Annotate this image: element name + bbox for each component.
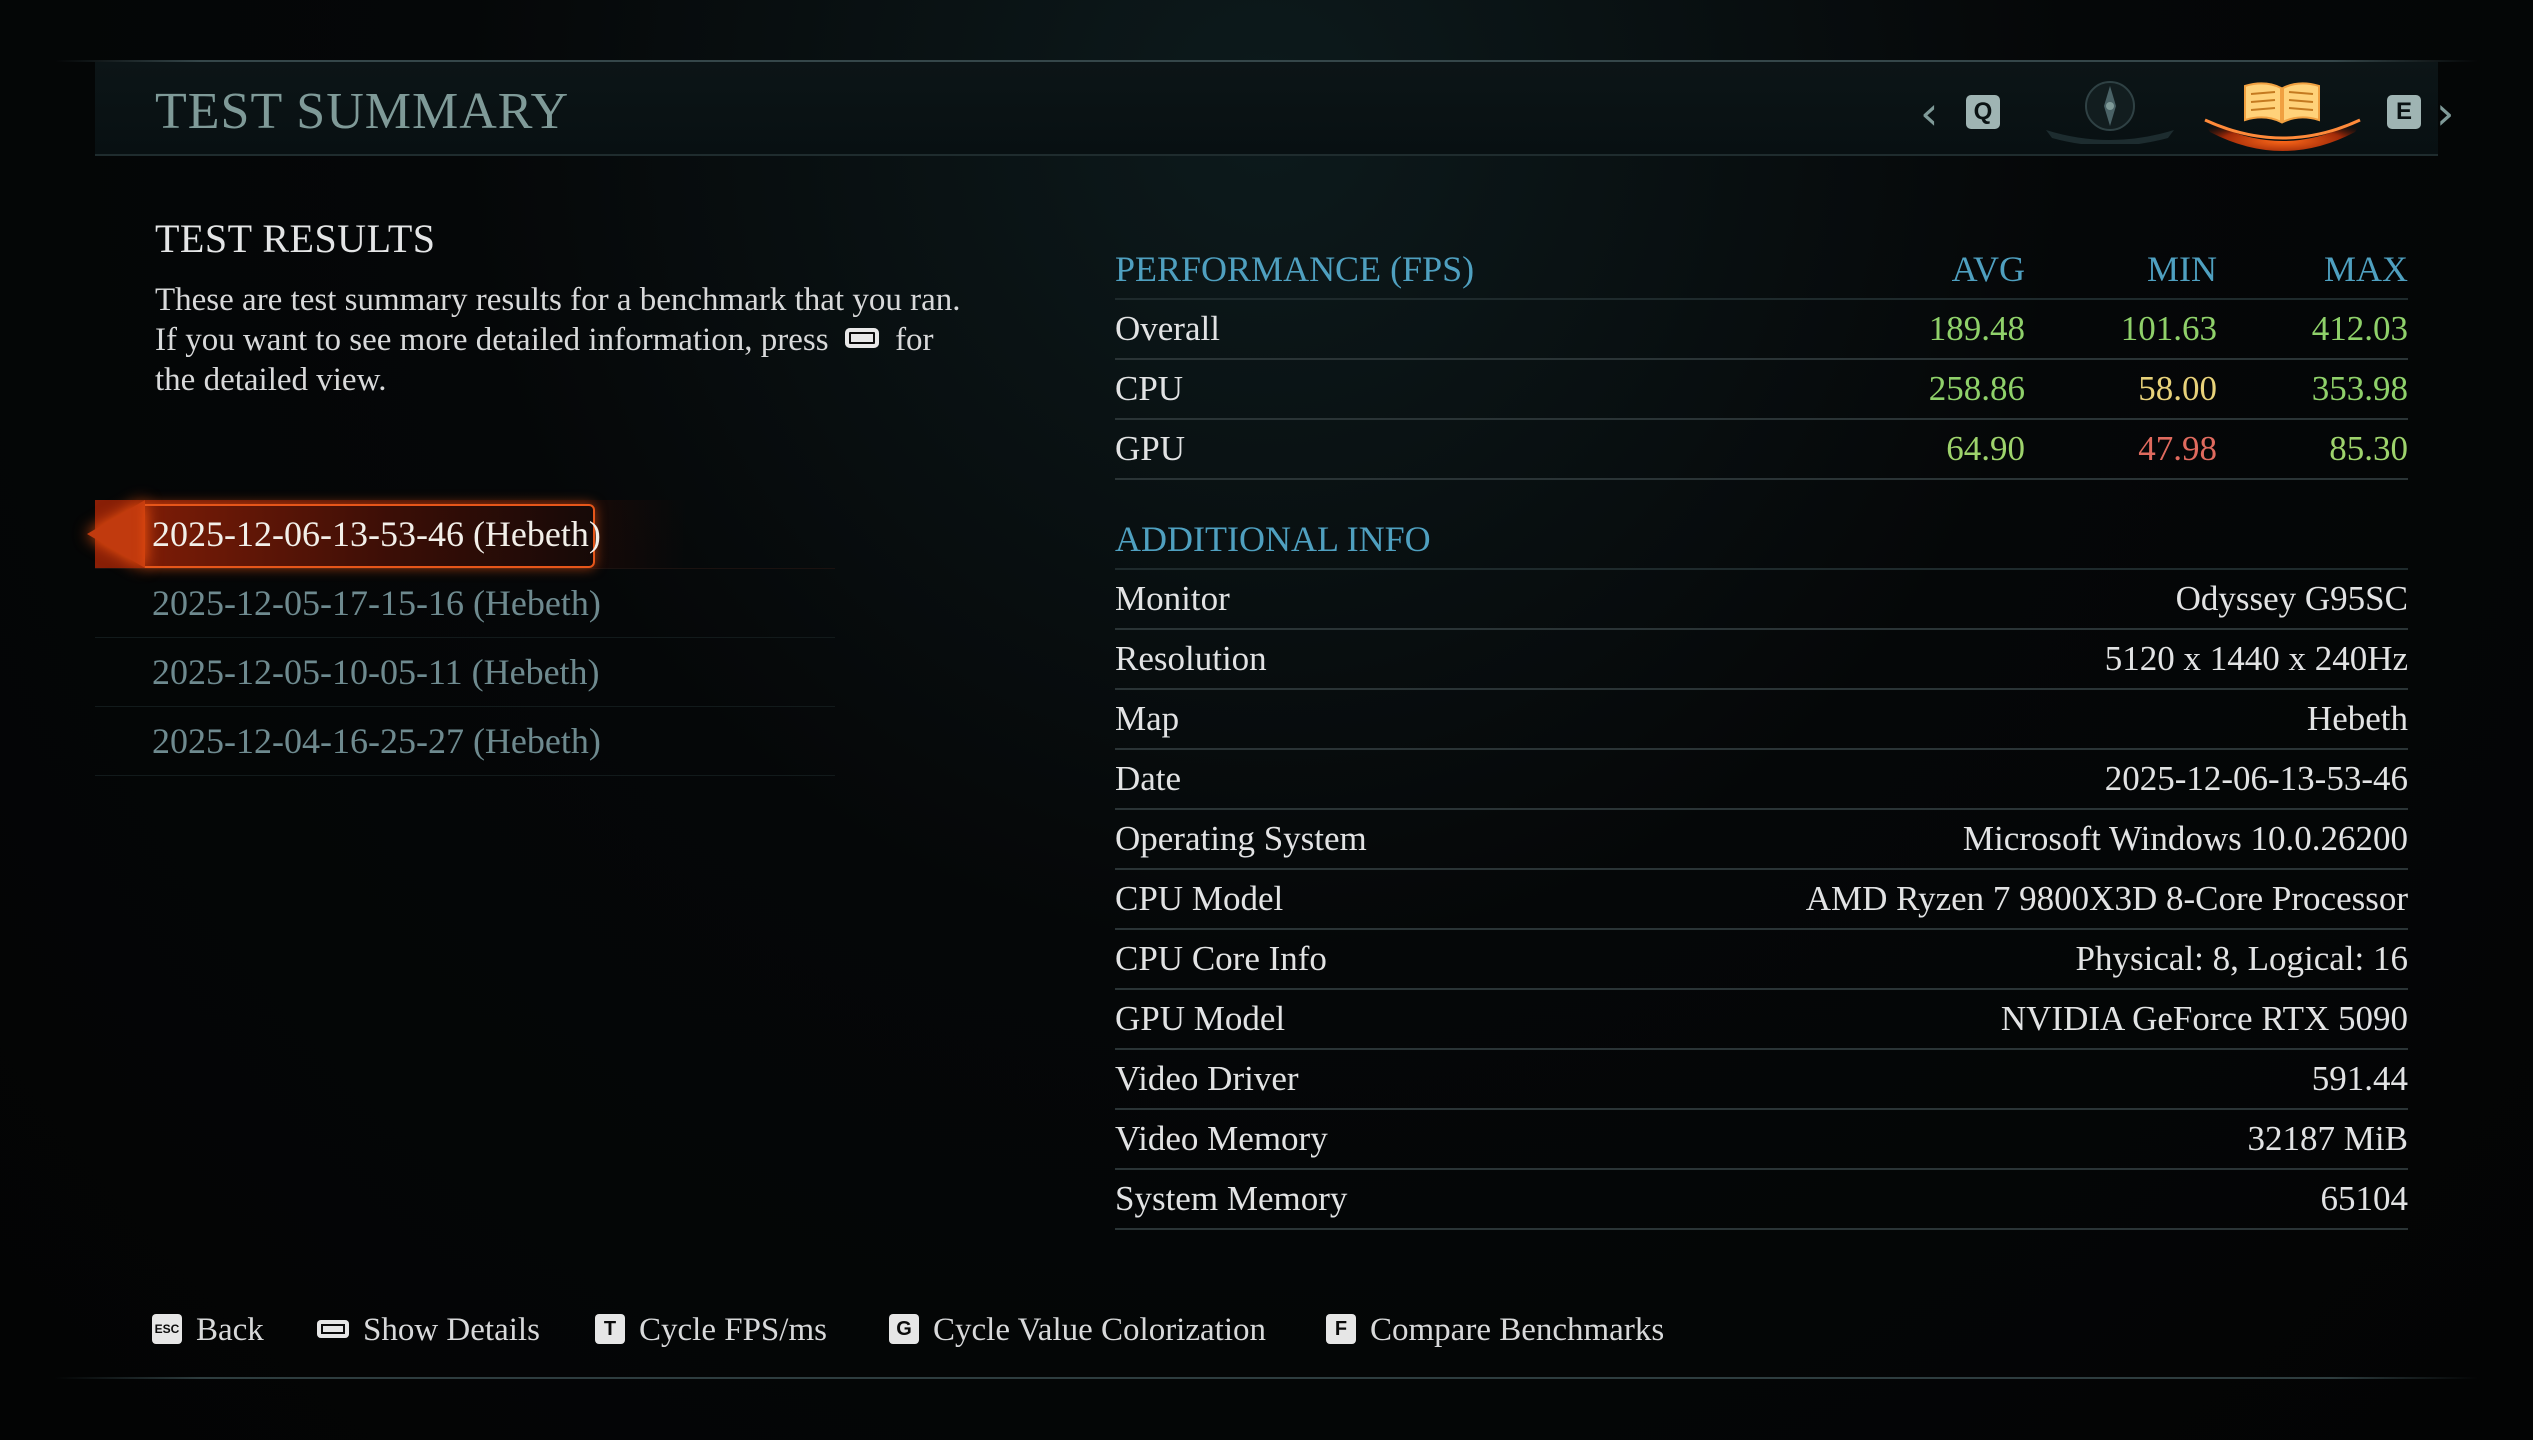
show-details-label: Show Details bbox=[363, 1312, 540, 1348]
info-label: GPU Model bbox=[1115, 999, 1286, 1038]
row-label: Overall bbox=[1115, 309, 1220, 348]
g-key-icon: G bbox=[889, 1314, 919, 1345]
col-avg-header: AVG bbox=[1951, 249, 2025, 289]
test-results-title: TEST RESULTS bbox=[155, 216, 436, 261]
compare-benchmarks-label: Compare Benchmarks bbox=[1370, 1312, 1665, 1348]
next-tab-key-e[interactable]: E bbox=[2387, 95, 2421, 129]
info-value: 65104 bbox=[2320, 1179, 2409, 1218]
info-label: CPU Model bbox=[1115, 879, 1284, 918]
info-row: CPU Model AMD Ryzen 7 9800X3D 8-Core Pro… bbox=[1115, 870, 2408, 930]
info-row: System Memory 65104 bbox=[1115, 1170, 2408, 1230]
benchmark-label: 2025-12-05-17-15-16 (Hebeth) bbox=[152, 583, 601, 623]
min-value: 101.63 bbox=[2120, 309, 2217, 348]
info-value: 2025-12-06-13-53-46 bbox=[2104, 759, 2408, 798]
info-value: Microsoft Windows 10.0.26200 bbox=[1962, 819, 2408, 858]
page-title: TEST SUMMARY bbox=[155, 83, 570, 140]
benchmark-item-selected[interactable]: 2025-12-06-13-53-46 (Hebeth) bbox=[95, 500, 835, 569]
benchmark-label: 2025-12-05-10-05-11 (Hebeth) bbox=[152, 652, 600, 692]
performance-row-cpu: CPU 258.86 58.00 353.98 bbox=[1115, 360, 2408, 420]
info-value: Odyssey G95SC bbox=[2175, 579, 2408, 618]
t-key-icon: T bbox=[595, 1314, 625, 1345]
performance-row-overall: Overall 189.48 101.63 412.03 bbox=[1115, 300, 2408, 360]
row-label: GPU bbox=[1115, 429, 1186, 468]
avg-value: 64.90 bbox=[1946, 429, 2025, 468]
additional-info-table: ADDITIONAL INFO Monitor Odyssey G95SC Re… bbox=[1115, 510, 2408, 1230]
prev-arrow-icon[interactable]: ‹ bbox=[1920, 86, 1938, 140]
benchmark-label: 2025-12-04-16-25-27 (Hebeth) bbox=[152, 721, 601, 761]
benchmark-list: 2025-12-06-13-53-46 (Hebeth) 2025-12-05-… bbox=[95, 500, 835, 776]
space-key-icon bbox=[844, 328, 879, 349]
info-label: Map bbox=[1115, 699, 1180, 738]
info-value: AMD Ryzen 7 9800X3D 8-Core Processor bbox=[1805, 879, 2408, 918]
info-row: Monitor Odyssey G95SC bbox=[1115, 570, 2408, 630]
additional-info-header: ADDITIONAL INFO bbox=[1115, 519, 1431, 559]
info-value: Hebeth bbox=[2306, 699, 2408, 738]
description-text-before: These are test summary results for a ben… bbox=[155, 282, 961, 358]
max-value: 412.03 bbox=[2311, 309, 2408, 348]
f-key-icon: F bbox=[1326, 1314, 1356, 1345]
info-value: 5120 x 1440 x 240Hz bbox=[2104, 639, 2408, 678]
benchmark-item[interactable]: 2025-12-04-16-25-27 (Hebeth) bbox=[95, 707, 835, 776]
performance-header-row: PERFORMANCE (FPS) AVG MIN MAX bbox=[1115, 240, 2408, 300]
tab-summary[interactable] bbox=[2195, 70, 2370, 152]
tab-map[interactable] bbox=[2040, 78, 2180, 146]
compare-benchmarks-button[interactable]: F Compare Benchmarks bbox=[1326, 1305, 1664, 1355]
col-max-header: MAX bbox=[2323, 249, 2408, 289]
next-arrow-icon[interactable]: › bbox=[2436, 86, 2454, 140]
benchmark-label: 2025-12-06-13-53-46 (Hebeth) bbox=[152, 514, 601, 554]
info-label: System Memory bbox=[1115, 1179, 1348, 1218]
cycle-fps-button[interactable]: T Cycle FPS/ms bbox=[595, 1305, 827, 1355]
col-min-header: MIN bbox=[2147, 249, 2217, 289]
info-label: Video Memory bbox=[1115, 1119, 1328, 1158]
back-button[interactable]: ESC Back bbox=[152, 1305, 264, 1355]
cycle-colorization-label: Cycle Value Colorization bbox=[933, 1312, 1266, 1348]
bottom-divider bbox=[55, 1377, 2478, 1379]
info-row: GPU Model NVIDIA GeForce RTX 5090 bbox=[1115, 990, 2408, 1050]
prev-tab-key-q[interactable]: Q bbox=[1966, 95, 2000, 129]
cycle-fps-label: Cycle FPS/ms bbox=[639, 1312, 827, 1348]
performance-header: PERFORMANCE (FPS) bbox=[1115, 249, 1475, 289]
info-row: Video Driver 591.44 bbox=[1115, 1050, 2408, 1110]
book-icon bbox=[2199, 82, 2366, 151]
info-row: Video Memory 32187 MiB bbox=[1115, 1110, 2408, 1170]
info-label: Operating System bbox=[1115, 819, 1367, 858]
performance-row-gpu: GPU 64.90 47.98 85.30 bbox=[1115, 420, 2408, 480]
info-label: Video Driver bbox=[1115, 1059, 1299, 1098]
avg-value: 189.48 bbox=[1928, 309, 2025, 348]
space-key-icon bbox=[317, 1320, 349, 1339]
back-label: Back bbox=[196, 1312, 264, 1348]
info-row: Map Hebeth bbox=[1115, 690, 2408, 750]
show-details-button[interactable]: Show Details bbox=[317, 1305, 540, 1355]
avg-value: 258.86 bbox=[1928, 369, 2025, 408]
info-value: Physical: 8, Logical: 16 bbox=[2075, 939, 2408, 978]
info-label: Resolution bbox=[1115, 639, 1267, 678]
info-label: CPU Core Info bbox=[1115, 939, 1327, 978]
info-row: CPU Core Info Physical: 8, Logical: 16 bbox=[1115, 930, 2408, 990]
info-row: Operating System Microsoft Windows 10.0.… bbox=[1115, 810, 2408, 870]
info-value: NVIDIA GeForce RTX 5090 bbox=[2000, 999, 2408, 1038]
info-row: Resolution 5120 x 1440 x 240Hz bbox=[1115, 630, 2408, 690]
max-value: 353.98 bbox=[2311, 369, 2408, 408]
esc-key-icon: ESC bbox=[152, 1314, 182, 1345]
info-value: 591.44 bbox=[2311, 1059, 2408, 1098]
benchmark-item[interactable]: 2025-12-05-10-05-11 (Hebeth) bbox=[95, 638, 835, 707]
test-results-description: These are test summary results for a ben… bbox=[155, 280, 975, 400]
benchmark-item[interactable]: 2025-12-05-17-15-16 (Hebeth) bbox=[95, 569, 835, 638]
max-value: 85.30 bbox=[2329, 429, 2408, 468]
min-value: 58.00 bbox=[2138, 369, 2217, 408]
info-value: 32187 MiB bbox=[2247, 1119, 2408, 1158]
compass-icon bbox=[2046, 81, 2174, 146]
row-label: CPU bbox=[1115, 369, 1184, 408]
info-row: Date 2025-12-06-13-53-46 bbox=[1115, 750, 2408, 810]
cycle-colorization-button[interactable]: G Cycle Value Colorization bbox=[889, 1305, 1266, 1355]
info-label: Date bbox=[1115, 759, 1182, 798]
info-label: Monitor bbox=[1115, 579, 1230, 618]
min-value: 47.98 bbox=[2138, 429, 2217, 468]
performance-table: PERFORMANCE (FPS) AVG MIN MAX Overall 18… bbox=[1115, 240, 2408, 480]
additional-info-header-row: ADDITIONAL INFO bbox=[1115, 510, 2408, 570]
